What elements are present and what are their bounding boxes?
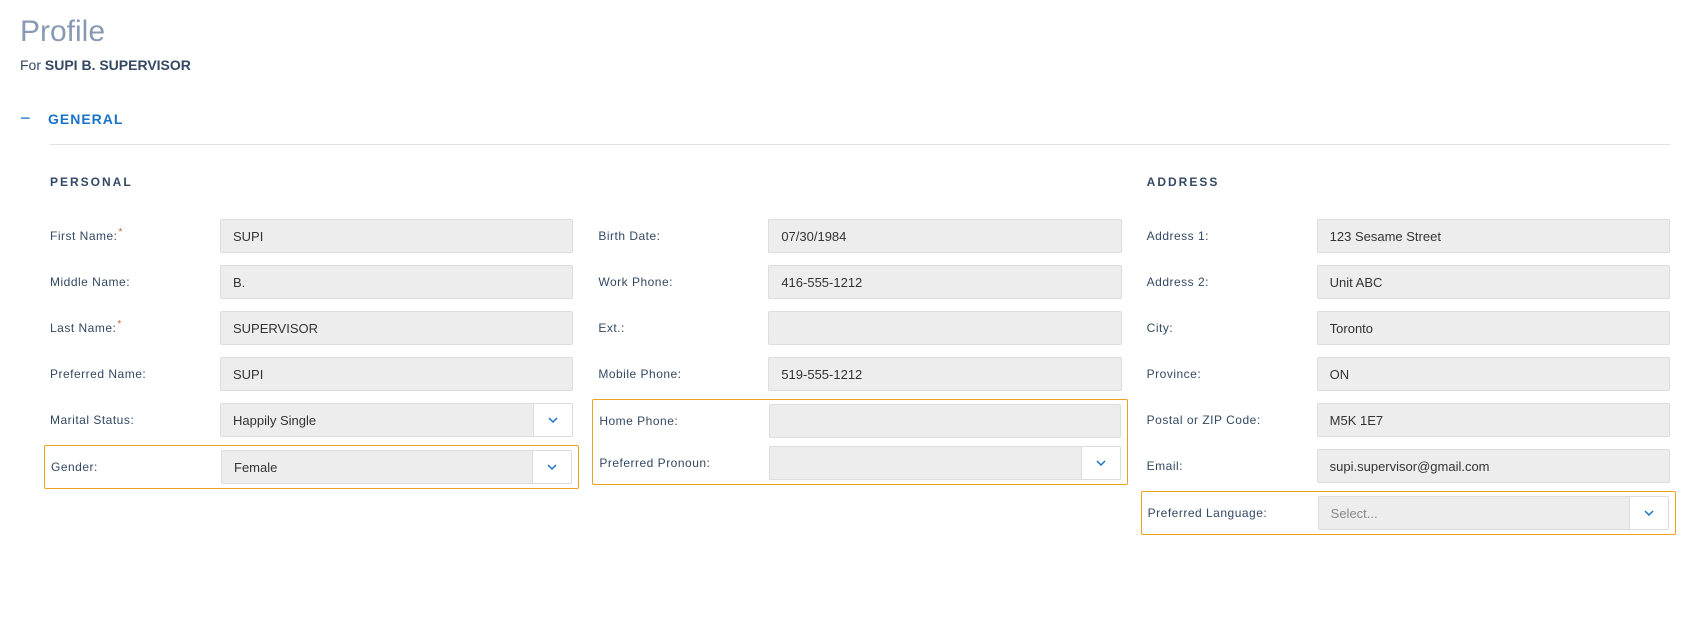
chevron-down-icon[interactable]: [532, 450, 572, 484]
field-ext: Ext.:: [598, 311, 1121, 345]
highlight-preferred-language: Preferred Language: Select...: [1141, 491, 1676, 535]
required-marker: *: [117, 319, 121, 330]
address2-input[interactable]: [1317, 265, 1670, 299]
preferred-language-label: Preferred Language:: [1148, 506, 1318, 520]
column-personal: PERSONAL First Name:* Middle Name: Last …: [50, 175, 573, 543]
chevron-down-icon[interactable]: [533, 403, 573, 437]
field-last-name: Last Name:*: [50, 311, 573, 345]
page-title: Profile: [20, 15, 1670, 49]
column-address: ADDRESS Address 1: Address 2: City: Prov…: [1147, 175, 1670, 543]
preferred-pronoun-label: Preferred Pronoun:: [599, 456, 769, 470]
address1-label: Address 1:: [1147, 229, 1317, 243]
subtitle-for-label: For: [20, 57, 45, 73]
last-name-input[interactable]: [220, 311, 573, 345]
field-email: Email:: [1147, 449, 1670, 483]
work-phone-input[interactable]: [768, 265, 1121, 299]
marital-status-select[interactable]: Happily Single: [220, 403, 573, 437]
gender-value: Female: [221, 450, 532, 484]
field-postal: Postal or ZIP Code:: [1147, 403, 1670, 437]
email-label: Email:: [1147, 459, 1317, 473]
last-name-label: Last Name:*: [50, 321, 220, 335]
birth-date-input[interactable]: [768, 219, 1121, 253]
field-work-phone: Work Phone:: [598, 265, 1121, 299]
middle-name-input[interactable]: [220, 265, 573, 299]
gender-label: Gender:: [51, 460, 221, 474]
field-preferred-name: Preferred Name:: [50, 357, 573, 391]
address1-input[interactable]: [1317, 219, 1670, 253]
preferred-name-label: Preferred Name:: [50, 367, 220, 381]
province-label: Province:: [1147, 367, 1317, 381]
chevron-down-icon[interactable]: [1629, 496, 1669, 530]
home-phone-label: Home Phone:: [599, 414, 769, 428]
gender-select[interactable]: Female: [221, 450, 572, 484]
mobile-phone-label: Mobile Phone:: [598, 367, 768, 381]
ext-label: Ext.:: [598, 321, 768, 335]
required-marker: *: [119, 227, 123, 238]
section-header: − GENERAL: [20, 108, 1670, 129]
field-address1: Address 1:: [1147, 219, 1670, 253]
field-address2: Address 2:: [1147, 265, 1670, 299]
field-province: Province:: [1147, 357, 1670, 391]
preferred-pronoun-select[interactable]: [769, 446, 1120, 480]
province-input[interactable]: [1317, 357, 1670, 391]
field-marital-status: Marital Status: Happily Single: [50, 403, 573, 437]
work-phone-label: Work Phone:: [598, 275, 768, 289]
marital-status-label: Marital Status:: [50, 413, 220, 427]
chevron-down-icon[interactable]: [1081, 446, 1121, 480]
field-middle-name: Middle Name:: [50, 265, 573, 299]
field-gender: Gender: Female: [51, 450, 572, 484]
city-label: City:: [1147, 321, 1317, 335]
group-heading-contact-empty: [598, 175, 1121, 191]
city-input[interactable]: [1317, 311, 1670, 345]
middle-name-label: Middle Name:: [50, 275, 220, 289]
field-city: City:: [1147, 311, 1670, 345]
field-mobile-phone: Mobile Phone:: [598, 357, 1121, 391]
field-preferred-pronoun: Preferred Pronoun:: [599, 446, 1120, 480]
mobile-phone-input[interactable]: [768, 357, 1121, 391]
group-heading-personal: PERSONAL: [50, 175, 573, 191]
email-input[interactable]: [1317, 449, 1670, 483]
preferred-language-select[interactable]: Select...: [1318, 496, 1669, 530]
address2-label: Address 2:: [1147, 275, 1317, 289]
ext-input[interactable]: [768, 311, 1121, 345]
preferred-pronoun-value: [769, 446, 1080, 480]
birth-date-label: Birth Date:: [598, 229, 768, 243]
highlight-home-pronoun: Home Phone: Preferred Pronoun:: [592, 399, 1127, 485]
first-name-label: First Name:*: [50, 229, 220, 243]
marital-status-value: Happily Single: [220, 403, 533, 437]
highlight-gender: Gender: Female: [44, 445, 579, 489]
group-heading-address: ADDRESS: [1147, 175, 1670, 191]
section-divider: [50, 144, 1670, 145]
postal-label: Postal or ZIP Code:: [1147, 413, 1317, 427]
preferred-language-value: Select...: [1318, 496, 1629, 530]
first-name-input[interactable]: [220, 219, 573, 253]
field-home-phone: Home Phone:: [599, 404, 1120, 438]
field-preferred-language: Preferred Language: Select...: [1148, 496, 1669, 530]
field-birth-date: Birth Date:: [598, 219, 1121, 253]
form-columns: PERSONAL First Name:* Middle Name: Last …: [20, 175, 1670, 543]
section-title-general: GENERAL: [48, 111, 123, 127]
preferred-name-input[interactable]: [220, 357, 573, 391]
field-first-name: First Name:*: [50, 219, 573, 253]
home-phone-input[interactable]: [769, 404, 1120, 438]
collapse-toggle[interactable]: −: [20, 108, 30, 129]
subtitle-person-name: SUPI B. SUPERVISOR: [45, 57, 191, 73]
column-contact: Birth Date: Work Phone: Ext.: Mobile Pho…: [598, 175, 1121, 543]
postal-input[interactable]: [1317, 403, 1670, 437]
page-subtitle: For SUPI B. SUPERVISOR: [20, 57, 1670, 73]
